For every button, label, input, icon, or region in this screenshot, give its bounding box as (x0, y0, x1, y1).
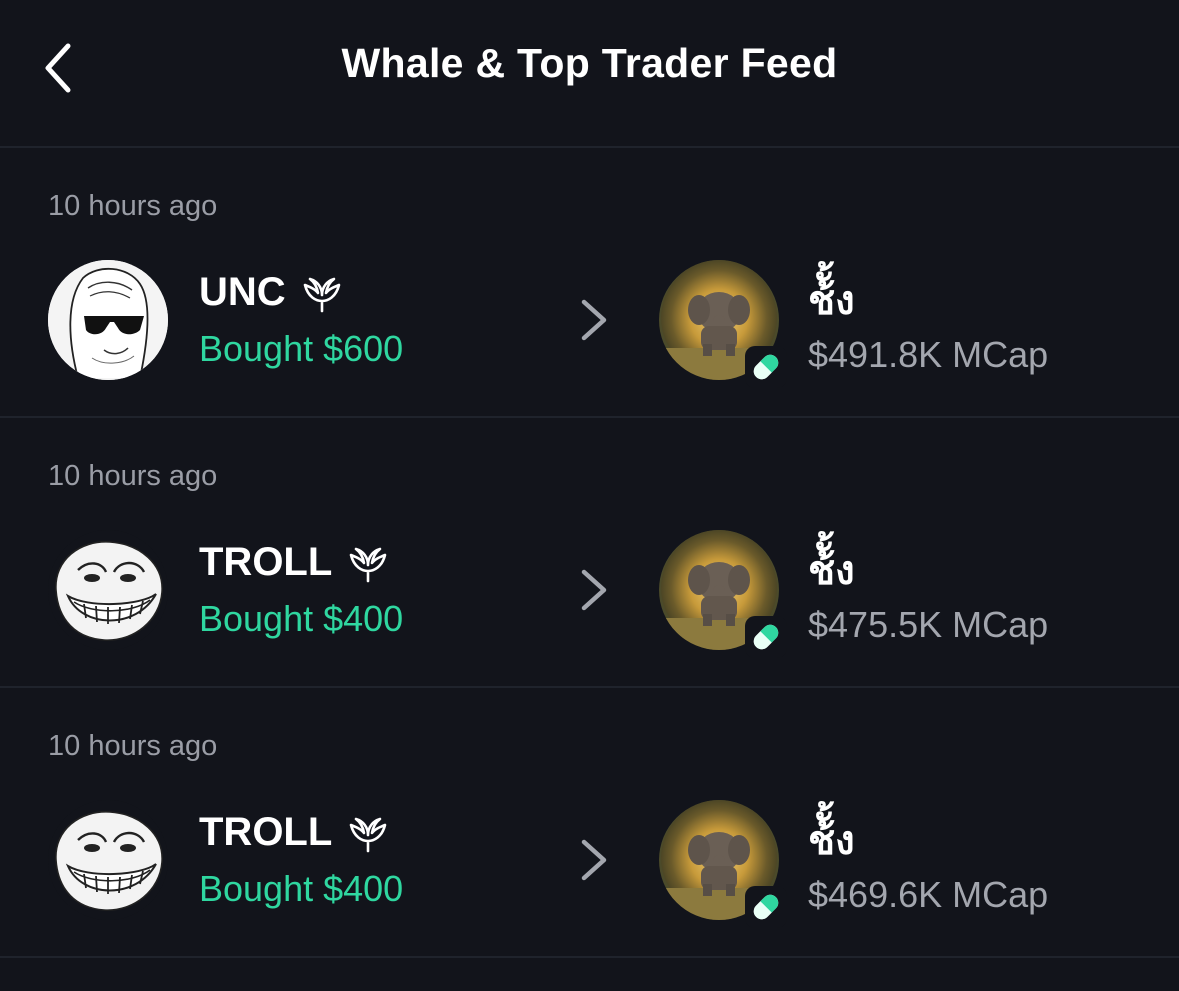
pill-icon (745, 616, 787, 658)
token-name[interactable]: ช้ั้ง (808, 538, 855, 602)
pill-badge (745, 616, 787, 658)
pill-icon (745, 346, 787, 388)
trade-action: Bought $400 (199, 868, 404, 909)
timestamp: 10 hours ago (48, 190, 218, 222)
feed-item[interactable]: 10 hours ago TROLL Bought $400 ช้ั้ง $47… (0, 418, 1179, 688)
trade-action: Bought $600 (199, 328, 404, 369)
token-mcap: $475.5K MCap (808, 604, 1049, 645)
chevron-right-icon (576, 296, 612, 344)
whale-icon (346, 541, 390, 585)
pill-badge (745, 346, 787, 388)
token-name[interactable]: ช้ั้ง (808, 268, 855, 332)
trade-action: Bought $400 (199, 598, 404, 639)
trader-name-container[interactable]: UNC (199, 270, 344, 315)
timestamp: 10 hours ago (48, 730, 218, 762)
trollface-avatar (48, 800, 168, 920)
chevron-right-icon (576, 566, 612, 614)
page-title: Whale & Top Trader Feed (341, 40, 838, 86)
trader-name[interactable]: TROLL (199, 540, 332, 585)
whale-icon (346, 811, 390, 855)
trollface-avatar (48, 530, 168, 650)
pill-badge (745, 886, 787, 928)
wojak-sunglasses-avatar (48, 260, 168, 380)
feed-item[interactable]: 10 hours ago UNC Bought $600 ช้ั้ง $491.… (0, 148, 1179, 418)
timestamp: 10 hours ago (48, 460, 218, 492)
trader-avatar[interactable] (48, 800, 168, 920)
pill-icon (745, 886, 787, 928)
app-header: Whale & Top Trader Feed (0, 0, 1179, 148)
trader-name[interactable]: UNC (199, 270, 286, 315)
whale-icon (300, 271, 344, 315)
trader-name-container[interactable]: TROLL (199, 810, 390, 855)
chevron-right-icon (576, 836, 612, 884)
trader-name[interactable]: TROLL (199, 810, 332, 855)
token-name[interactable]: ช้ั้ง (808, 808, 855, 872)
trader-name-container[interactable]: TROLL (199, 540, 390, 585)
feed-item[interactable]: 10 hours ago TROLL Bought $400 ช้ั้ง $46… (0, 688, 1179, 958)
token-mcap: $469.6K MCap (808, 874, 1049, 915)
token-mcap: $491.8K MCap (808, 334, 1049, 375)
trader-avatar[interactable] (48, 260, 168, 380)
trader-avatar[interactable] (48, 530, 168, 650)
